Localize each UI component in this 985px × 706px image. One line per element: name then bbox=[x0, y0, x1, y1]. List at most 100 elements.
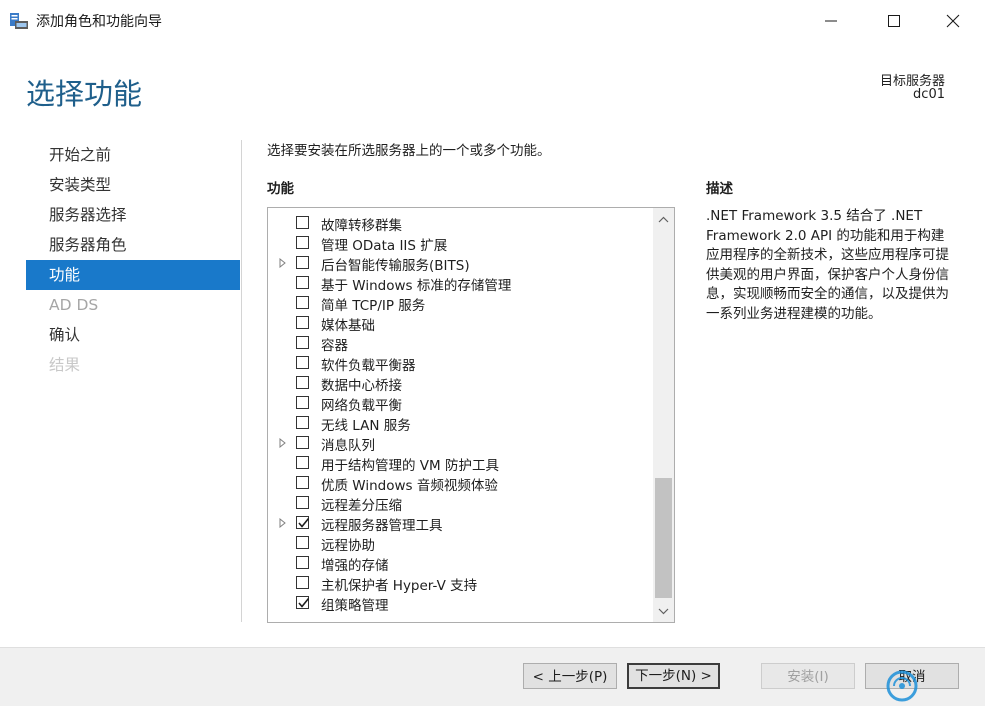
feature-row[interactable]: 故障转移群集 bbox=[268, 213, 652, 234]
server-manager-icon bbox=[9, 11, 29, 31]
nav-item-4[interactable]: 功能 bbox=[26, 260, 240, 290]
feature-label: 远程协助 bbox=[321, 538, 375, 554]
title-bar: 添加角色和功能向导 bbox=[0, 0, 985, 42]
feature-row[interactable]: 媒体基础 bbox=[268, 313, 652, 334]
feature-checkbox[interactable] bbox=[296, 436, 309, 449]
feature-row[interactable]: 网络负载平衡 bbox=[268, 393, 652, 414]
feature-checkbox[interactable] bbox=[296, 376, 309, 389]
feature-checkbox[interactable] bbox=[296, 536, 309, 549]
feature-checkbox[interactable] bbox=[296, 356, 309, 369]
maximize-button[interactable] bbox=[871, 0, 917, 42]
close-button[interactable] bbox=[930, 0, 976, 42]
nav-item-1[interactable]: 安装类型 bbox=[26, 170, 240, 200]
checkmark-icon bbox=[298, 517, 310, 528]
wizard-footer: < 上一步(P) 下一步(N) > 安装(I) 取消 bbox=[0, 647, 985, 706]
feature-label: 数据中心桥接 bbox=[321, 378, 402, 394]
window-title: 添加角色和功能向导 bbox=[36, 14, 162, 30]
watermark-logo-icon bbox=[886, 670, 918, 702]
feature-checkbox[interactable] bbox=[296, 596, 310, 609]
feature-checkbox[interactable] bbox=[296, 576, 309, 589]
feature-label: 媒体基础 bbox=[321, 318, 375, 334]
feature-label: 优质 Windows 音频视频体验 bbox=[321, 478, 498, 494]
feature-label: 后台智能传输服务(BITS) bbox=[321, 258, 470, 274]
nav-item-3[interactable]: 服务器角色 bbox=[26, 230, 240, 260]
feature-checkbox[interactable] bbox=[296, 336, 309, 349]
feature-row[interactable]: 无线 LAN 服务 bbox=[268, 413, 652, 434]
next-button[interactable]: 下一步(N) > bbox=[627, 663, 720, 689]
feature-label: 容器 bbox=[321, 338, 348, 354]
feature-checkbox[interactable] bbox=[296, 456, 309, 469]
feature-row[interactable]: 用于结构管理的 VM 防护工具 bbox=[268, 453, 652, 474]
feature-label: 故障转移群集 bbox=[321, 218, 402, 234]
feature-checkbox[interactable] bbox=[296, 236, 309, 249]
feature-label: 软件负载平衡器 bbox=[321, 358, 416, 374]
feature-checkbox[interactable] bbox=[296, 516, 310, 529]
feature-row[interactable]: 远程差分压缩 bbox=[268, 493, 652, 514]
feature-row[interactable]: 消息队列 bbox=[268, 433, 652, 454]
feature-label: 远程差分压缩 bbox=[321, 498, 402, 514]
feature-checkbox[interactable] bbox=[296, 316, 309, 329]
feature-row[interactable]: 基于 Windows 标准的存储管理 bbox=[268, 273, 652, 294]
feature-row[interactable]: 增强的存储 bbox=[268, 553, 652, 574]
features-heading: 功能 bbox=[267, 181, 294, 197]
features-tree: 故障转移群集管理 OData IIS 扩展后台智能传输服务(BITS) 基于 Wi… bbox=[268, 213, 652, 614]
scroll-thumb[interactable] bbox=[655, 478, 672, 598]
feature-label: 组策略管理 bbox=[321, 598, 389, 614]
feature-label: 增强的存储 bbox=[321, 558, 389, 574]
description-heading: 描述 bbox=[706, 181, 733, 197]
feature-row[interactable]: 主机保护者 Hyper-V 支持 bbox=[268, 573, 652, 594]
feature-checkbox[interactable] bbox=[296, 256, 309, 269]
checkmark-icon bbox=[298, 597, 310, 608]
feature-checkbox[interactable] bbox=[296, 556, 309, 569]
nav-item-2[interactable]: 服务器选择 bbox=[26, 200, 240, 230]
feature-row[interactable]: 数据中心桥接 bbox=[268, 373, 652, 394]
chevron-up-icon bbox=[658, 216, 669, 222]
feature-checkbox[interactable] bbox=[296, 276, 309, 289]
minimize-button[interactable] bbox=[808, 0, 854, 42]
target-server-name: dc01 bbox=[913, 87, 945, 102]
minimize-icon bbox=[825, 20, 837, 22]
feature-row[interactable]: 容器 bbox=[268, 333, 652, 354]
nav-item-7: 结果 bbox=[49, 356, 81, 374]
expand-arrow-icon[interactable] bbox=[278, 518, 288, 528]
nav-divider bbox=[241, 140, 242, 622]
expand-arrow-icon[interactable] bbox=[278, 438, 288, 448]
maximize-icon bbox=[888, 15, 900, 27]
feature-row[interactable]: 远程协助 bbox=[268, 533, 652, 554]
feature-label: 主机保护者 Hyper-V 支持 bbox=[321, 578, 478, 594]
feature-checkbox[interactable] bbox=[296, 496, 309, 509]
feature-row[interactable]: 组策略管理 bbox=[268, 593, 652, 614]
scroll-up-button[interactable] bbox=[653, 210, 674, 228]
previous-button[interactable]: < 上一步(P) bbox=[523, 663, 617, 689]
feature-row[interactable]: 简单 TCP/IP 服务 bbox=[268, 293, 652, 314]
expand-arrow-icon[interactable] bbox=[278, 258, 288, 268]
feature-checkbox[interactable] bbox=[296, 396, 309, 409]
nav-item-5[interactable]: AD DS bbox=[26, 290, 240, 320]
nav-item-0[interactable]: 开始之前 bbox=[26, 140, 240, 170]
install-button[interactable]: 安装(I) bbox=[761, 663, 855, 689]
feature-label: 网络负载平衡 bbox=[321, 398, 402, 414]
feature-row[interactable]: 软件负载平衡器 bbox=[268, 353, 652, 374]
feature-row[interactable]: 优质 Windows 音频视频体验 bbox=[268, 473, 652, 494]
feature-checkbox[interactable] bbox=[296, 416, 309, 429]
feature-row[interactable]: 后台智能传输服务(BITS) bbox=[268, 253, 652, 274]
features-list[interactable]: 故障转移群集管理 OData IIS 扩展后台智能传输服务(BITS) 基于 Wi… bbox=[267, 207, 675, 623]
feature-checkbox[interactable] bbox=[296, 476, 309, 489]
feature-label: 无线 LAN 服务 bbox=[321, 418, 411, 434]
close-icon bbox=[946, 14, 960, 28]
chevron-down-icon bbox=[658, 608, 669, 614]
feature-label: 基于 Windows 标准的存储管理 bbox=[321, 278, 512, 294]
description-text: .NET Framework 3.5 结合了 .NET Framework 2.… bbox=[706, 208, 949, 322]
feature-row[interactable]: 远程服务器管理工具 bbox=[268, 513, 652, 534]
feature-checkbox[interactable] bbox=[296, 216, 309, 229]
feature-label: 简单 TCP/IP 服务 bbox=[321, 298, 426, 314]
page-title: 选择功能 bbox=[26, 77, 143, 111]
feature-label: 消息队列 bbox=[321, 438, 375, 454]
features-scrollbar[interactable] bbox=[653, 208, 674, 622]
feature-checkbox[interactable] bbox=[296, 296, 309, 309]
feature-label: 用于结构管理的 VM 防护工具 bbox=[321, 458, 499, 474]
feature-label: 管理 OData IIS 扩展 bbox=[321, 238, 448, 254]
feature-row[interactable]: 管理 OData IIS 扩展 bbox=[268, 233, 652, 254]
scroll-down-button[interactable] bbox=[653, 602, 674, 620]
nav-item-6[interactable]: 确认 bbox=[26, 320, 240, 350]
